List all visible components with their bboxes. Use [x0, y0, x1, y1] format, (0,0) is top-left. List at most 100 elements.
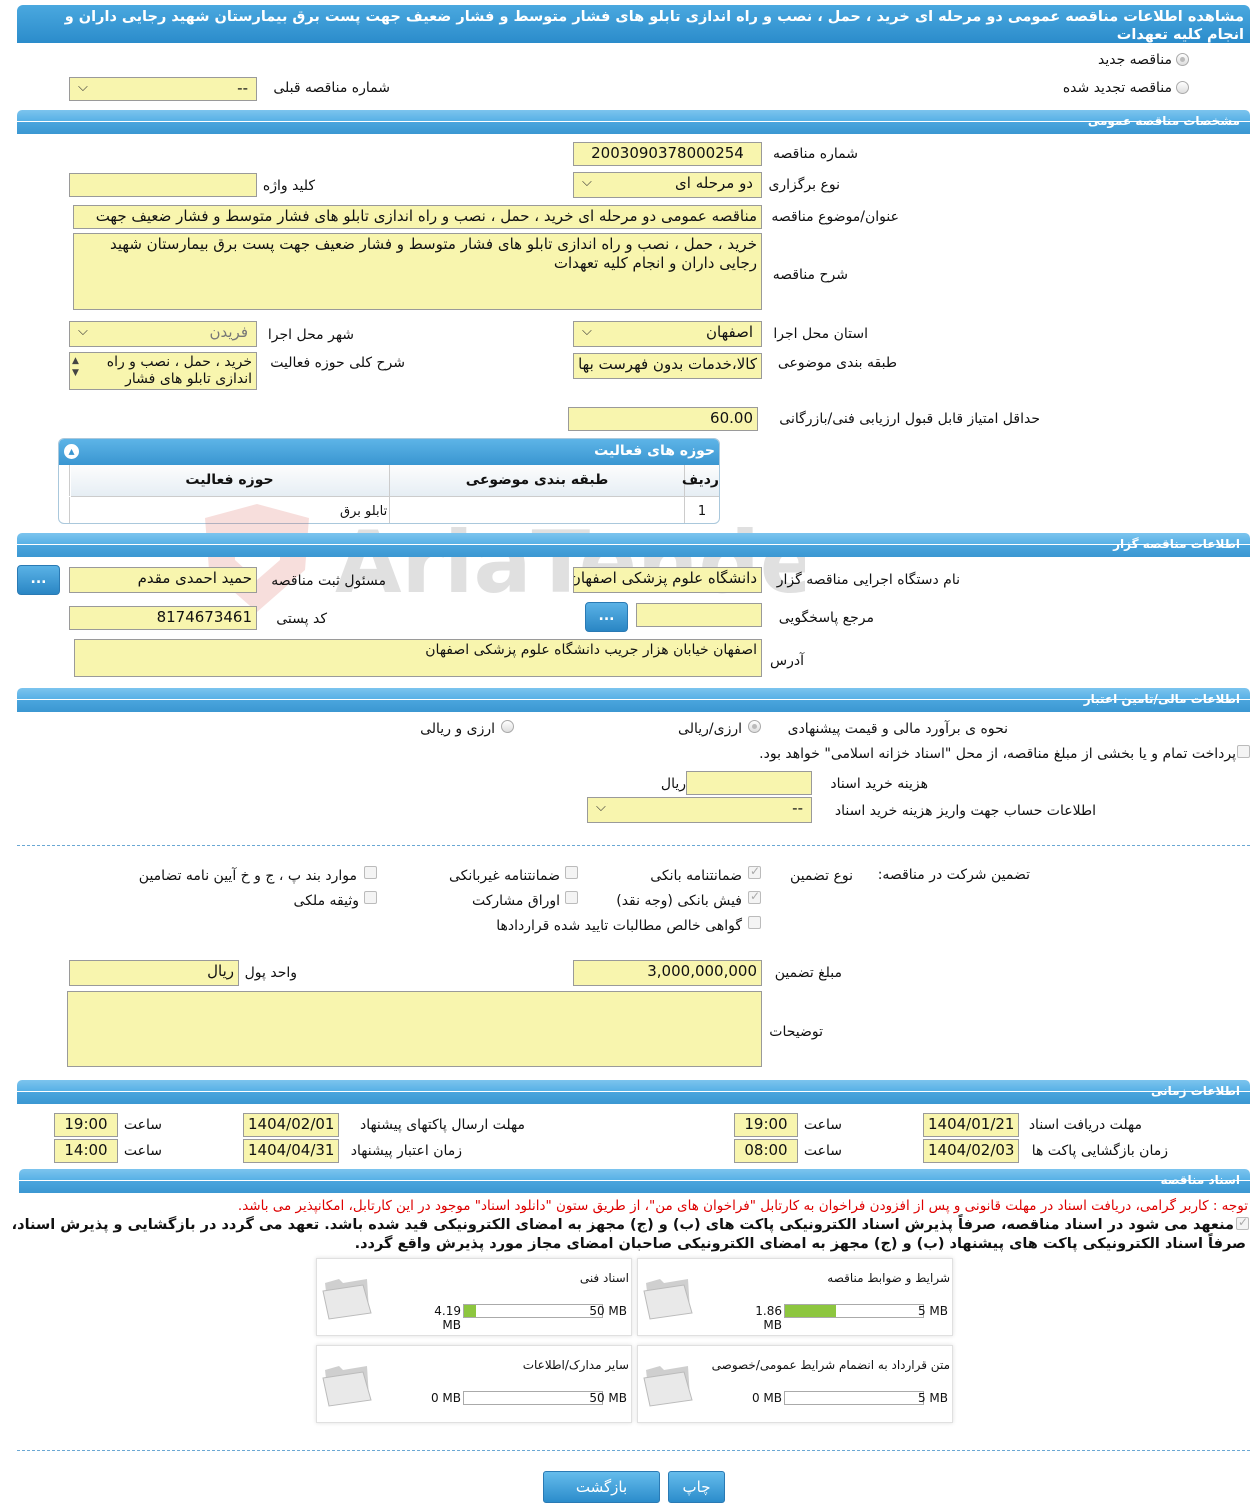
address-label: آدرس [770, 653, 804, 669]
renewed-tender-label: مناقصه تجدید شده [1062, 80, 1172, 96]
divider [17, 845, 1250, 846]
currency-rial-radio[interactable] [748, 720, 761, 733]
tender-number-field[interactable]: 2003090378000254 [573, 142, 762, 166]
province-select[interactable]: اصفهان ⌵ [573, 321, 762, 347]
doc-deadline-date[interactable]: 1404/01/21 [923, 1113, 1019, 1137]
new-tender-label: مناقصه جدید [1097, 52, 1172, 68]
documents-section-header: اسناد مناقصه [19, 1169, 1250, 1193]
amount-field[interactable]: 3,000,000,000 [573, 960, 762, 986]
documents-notice: توجه : کاربر گرامی، دریافت اسناد در مهلت… [237, 1198, 1248, 1214]
property-label: وثیقه ملکی [293, 893, 359, 909]
doc-max: 5 MB [917, 1391, 948, 1405]
doc-card-contract[interactable]: متن قرارداد به انضمام شرایط عمومی/خصوصی … [637, 1345, 953, 1423]
doc-progress-bar [463, 1304, 603, 1318]
validity-label: زمان اعتبار پیشنهاد [350, 1143, 462, 1159]
doc-title: متن قرارداد به انضمام شرایط عمومی/خصوصی [711, 1358, 950, 1372]
doc-size: 0 MB [751, 1391, 782, 1405]
doc-card-technical[interactable]: اسناد فنی 4.19 MB 50 MB [316, 1258, 632, 1336]
bank-receipt-checkbox[interactable] [748, 889, 761, 904]
opening-date[interactable]: 1404/02/03 [923, 1139, 1019, 1163]
doc-deadline-time[interactable]: 19:00 [734, 1113, 798, 1137]
previous-number-select[interactable]: -- ⌵ [69, 77, 257, 101]
holding-type-select[interactable]: دو مرحله ای ⌵ [573, 172, 762, 198]
new-tender-radio[interactable] [1176, 53, 1189, 66]
currency-field[interactable]: ریال [69, 960, 239, 986]
doc-progress-bar [784, 1391, 924, 1405]
activities-title: حوزه های فعالیت ▴ [59, 439, 719, 465]
subject-label: عنوان/موضوع مناقصه [771, 209, 899, 225]
treasury-checkbox[interactable] [1237, 745, 1250, 758]
col-category: طبقه بندی موضوعی [389, 465, 684, 496]
doc-title: اسناد فنی [579, 1271, 629, 1285]
currency-and-rial-radio[interactable] [501, 720, 514, 733]
renewed-tender-radio[interactable] [1176, 81, 1189, 94]
doc-title: شرایط و ضوابط مناقصه [827, 1271, 950, 1285]
doc-size: 0 MB [430, 1391, 461, 1405]
submit-deadline-time[interactable]: 19:00 [54, 1113, 118, 1137]
postal-field[interactable]: 8174673461 [69, 606, 257, 630]
back-button[interactable]: بازگشت [543, 1471, 660, 1503]
chevron-down-icon: ⌵ [596, 800, 606, 815]
clauses-checkbox[interactable] [364, 866, 377, 879]
city-select[interactable]: فریدن ⌵ [69, 321, 257, 347]
commitment-line1: منعهد می شود در اسناد مناقصه، صرفاً پذیر… [11, 1217, 1234, 1233]
reference-lookup-button[interactable]: ... [585, 602, 628, 632]
print-button[interactable]: چاپ [668, 1471, 725, 1503]
folder-icon [643, 1279, 693, 1320]
doc-cost-field[interactable] [686, 771, 812, 795]
subject-field[interactable]: مناقصه عمومی دو مرحله ای خرید ، حمل ، نص… [73, 205, 762, 229]
account-label: اطلاعات حساب جهت واریز هزینه خرید اسناد [834, 803, 1096, 819]
bank-guarantee-checkbox[interactable] [748, 864, 761, 879]
address-field[interactable]: اصفهان خیابان هزار جریب دانشگاه علوم پزش… [74, 639, 762, 677]
opening-time-label: ساعت [803, 1143, 842, 1159]
submit-deadline-time-label: ساعت [123, 1117, 162, 1133]
notes-field[interactable] [67, 991, 762, 1067]
reference-field[interactable] [636, 603, 762, 627]
org-field[interactable]: دانشگاه علوم پزشکی اصفهان [573, 567, 762, 593]
responsible-field[interactable]: حمید احمدی مقدم [69, 567, 257, 593]
scroll-arrows-icon[interactable]: ▲ ▼ [72, 355, 79, 379]
doc-title: سایر مدارک/اطلاعات [522, 1358, 629, 1372]
min-score-label: حداقل امتیاز قابل قبول ارزیابی فنی/بازرگ… [779, 411, 1040, 427]
tender-number-label: شماره مناقصه [773, 146, 858, 162]
timing-section-header: اطلاعات زمانی [17, 1080, 1250, 1104]
chevron-down-icon: ⌵ [78, 324, 88, 339]
guarantee-section-label: تضمین شرکت در مناقصه: [877, 867, 1030, 883]
description-field[interactable]: خرید ، حمل ، نصب و راه اندازی تابلو های … [73, 233, 762, 310]
bank-receipt-label: فیش بانکی (وجه نقد) [616, 893, 742, 909]
keyword-field[interactable] [69, 173, 257, 197]
description-label: شرح مناقصه [772, 267, 848, 283]
non-bank-guarantee-checkbox[interactable] [565, 866, 578, 879]
table-row: 1 تابلو برق [69, 497, 719, 523]
svg-text:AriaTender.neT: AriaTender.neT [335, 513, 805, 613]
account-select[interactable]: -- ⌵ [587, 797, 812, 823]
submit-deadline-date[interactable]: 1404/02/01 [243, 1113, 339, 1137]
guarantee-type-label: نوع تضمین [790, 868, 853, 884]
submit-deadline-label: مهلت ارسال پاکتهای پیشنهاد [359, 1117, 525, 1133]
activity-desc-label: شرح کلی حوزه فعالیت [270, 355, 405, 371]
receivables-checkbox[interactable] [748, 916, 761, 929]
previous-number-label: شماره مناقصه قبلی [273, 80, 390, 96]
org-label: نام دستگاه اجرایی مناقصه گزار [776, 572, 960, 588]
keyword-label: کلید واژه [262, 178, 315, 194]
collapse-icon[interactable]: ▴ [64, 444, 79, 459]
min-score-field[interactable]: 60.00 [568, 407, 758, 431]
validity-time[interactable]: 14:00 [54, 1139, 118, 1163]
activity-desc-field[interactable]: خرید ، حمل ، نصب و راه اندازی تابلو های … [69, 352, 257, 390]
commitment-checkbox[interactable] [1236, 1215, 1249, 1230]
doc-card-conditions[interactable]: شرایط و ضوابط مناقصه 1.86 MB 5 MB [637, 1258, 953, 1336]
doc-size: 4.19 MB [434, 1304, 461, 1332]
opening-time[interactable]: 08:00 [734, 1139, 798, 1163]
bonds-label: اوراق مشارکت [471, 893, 560, 909]
responsible-label: مسئول ثبت مناقصه [271, 573, 386, 589]
responsible-lookup-button[interactable]: ... [17, 565, 60, 595]
bonds-checkbox[interactable] [565, 891, 578, 904]
property-checkbox[interactable] [364, 891, 377, 904]
doc-card-other[interactable]: سایر مدارک/اطلاعات 0 MB 50 MB [316, 1345, 632, 1423]
doc-deadline-time-label: ساعت [803, 1117, 842, 1133]
page-title: مشاهده اطلاعات مناقصه عمومی دو مرحله ای … [17, 5, 1250, 43]
category-field[interactable]: کالا،خدمات بدون فهرست بها [573, 353, 762, 379]
validity-date[interactable]: 1404/04/31 [243, 1139, 339, 1163]
activities-panel: حوزه های فعالیت ▴ ردیف طبقه بندی موضوعی … [58, 438, 720, 524]
doc-max: 50 MB [589, 1304, 627, 1318]
